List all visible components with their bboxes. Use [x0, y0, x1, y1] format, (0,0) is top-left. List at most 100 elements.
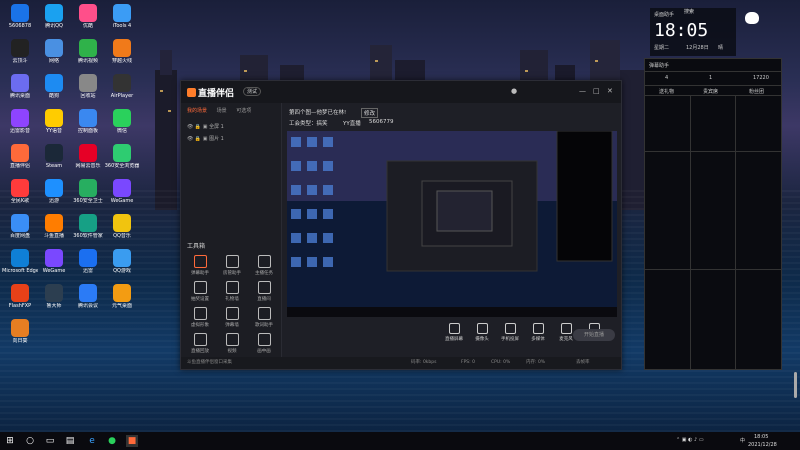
desktop-icon[interactable]: 控制面板	[70, 107, 106, 143]
taskbar-time[interactable]: 18:05	[754, 434, 768, 440]
search-label[interactable]: 搜索	[684, 8, 694, 15]
stream-preview[interactable]	[287, 131, 617, 317]
desktop-icon[interactable]: QQ游戏	[104, 247, 140, 283]
desktop-icon[interactable]: 优酷	[70, 2, 106, 38]
tool-button[interactable]: 直播间	[249, 281, 279, 305]
desktop-icon[interactable]: 腾讯视频	[70, 37, 106, 73]
desktop-icon[interactable]: Steam	[36, 142, 72, 178]
desktop-icon-label: FlashFXP	[8, 303, 32, 309]
tool-button[interactable]: 歌词助手	[249, 307, 279, 331]
desktop-icon[interactable]: 鲁大师	[36, 282, 72, 318]
desktop-icon[interactable]: 穿越火线	[104, 37, 140, 73]
desktop-icon-label: WeGame	[42, 268, 66, 274]
version-badge[interactable]: 测试	[243, 87, 262, 96]
clock-date: 12月28日	[686, 45, 709, 51]
tool-button[interactable]: 虚拟形象	[185, 307, 215, 331]
cat-mascot-icon[interactable]	[745, 12, 759, 24]
desktop-icon[interactable]: WeGame	[104, 177, 140, 213]
bottom-control-button[interactable]: 多媒体	[525, 323, 551, 342]
tool-icon	[257, 255, 271, 268]
desktop-icon[interactable]: 5606878	[2, 2, 38, 38]
start-windows-icon[interactable]: ⊞	[4, 435, 16, 447]
desktop-icon[interactable]: Microsoft Edge	[2, 247, 38, 283]
clock-widget[interactable]: 桌面助手 18:05 星期二 12月28日 晴	[650, 8, 736, 56]
app-icon	[45, 249, 63, 267]
file-explorer-icon[interactable]: ▤	[64, 435, 76, 447]
wechat-icon[interactable]: ●	[106, 435, 118, 447]
tool-button[interactable]: 画中画	[249, 333, 279, 357]
room-title[interactable]: 第四个图—他梦已在林!	[289, 108, 346, 116]
desktop-icons: 5606878 腾讯QQ 优酷 iTools 4 云顶斗 网络 腾讯视频 穿越火线腾讯桌面 酷狗…	[2, 2, 152, 432]
tool-button[interactable]: 抽奖设置	[185, 281, 215, 305]
start-live-button[interactable]: 开始直播	[573, 329, 615, 341]
desktop-icon[interactable]: 迅游	[36, 177, 72, 213]
desktop-icon[interactable]: 元气桌面	[104, 282, 140, 318]
col-gifts[interactable]: 送礼物	[659, 88, 674, 95]
desktop-icon[interactable]: 360安全卫士	[70, 177, 106, 213]
col-fans[interactable]: 粉丝团	[749, 88, 764, 95]
source-item[interactable]: 👁 🔒 ▣ 图片 1	[187, 135, 224, 142]
desktop-icon[interactable]: 腾讯QQ	[36, 2, 72, 38]
desktop-icon[interactable]: AirPlayer	[104, 72, 140, 108]
bottom-control-button[interactable]: 手机投屏	[497, 323, 523, 342]
tool-icon	[257, 281, 271, 294]
tool-button[interactable]: 主播任务	[249, 255, 279, 279]
edge-icon[interactable]: e	[86, 435, 98, 447]
desktop-icon[interactable]: 回收站	[70, 72, 106, 108]
tool-button[interactable]: 视频	[217, 333, 247, 357]
avatar-icon[interactable]: ●	[511, 87, 517, 95]
tool-button[interactable]: 房管助手	[217, 255, 247, 279]
desktop-icon[interactable]: 迅雷影音	[2, 107, 38, 143]
taskbar-date[interactable]: 2021/12/28	[748, 442, 777, 448]
tab-options[interactable]: 可选项	[236, 108, 251, 114]
desktop-icon[interactable]: 网络	[36, 37, 72, 73]
desktop-icon[interactable]: 腾讯会议	[70, 282, 106, 318]
desktop-icon[interactable]: 360安全浏览器	[104, 142, 140, 178]
desktop-icon-label: 回收站	[80, 93, 96, 99]
desktop-icon[interactable]: 全民K歌	[2, 177, 38, 213]
tab-my-scenes[interactable]: 我的场景	[187, 108, 207, 114]
desktop-icon[interactable]: YY语音	[36, 107, 72, 143]
desktop-icon[interactable]: 百度网盘	[2, 212, 38, 248]
desktop-icon[interactable]: 微信	[104, 107, 140, 143]
desktop-icon-label: 微信	[116, 128, 127, 134]
bottom-control-button[interactable]: 直播屏幕	[441, 323, 467, 342]
desktop-icon[interactable]: 腾讯桌面	[2, 72, 38, 108]
ime-indicator[interactable]: 中	[740, 437, 745, 444]
desktop-icon[interactable]: 酷狗	[36, 72, 72, 108]
maximize-button[interactable]: □	[593, 87, 600, 95]
streaming-app-taskbar-icon[interactable]: ■	[126, 435, 138, 447]
desktop-icon[interactable]: 向日葵	[2, 317, 38, 353]
col-vip[interactable]: 贵宾席	[703, 88, 718, 95]
minimize-button[interactable]: —	[579, 87, 586, 95]
tool-button[interactable]: 礼物墙	[217, 281, 247, 305]
app-icon	[113, 284, 131, 302]
toolbox-header: 工具箱	[187, 243, 206, 250]
desktop-icon-label: 直播伴侣	[9, 163, 30, 169]
search-icon[interactable]: ○	[24, 435, 36, 447]
desktop-icon[interactable]: 斗鱼直播	[36, 212, 72, 248]
tray-icons[interactable]: ⌃ ▣ ◐ ♪ ▭	[676, 437, 704, 443]
bottom-control-button[interactable]: 摄像头	[469, 323, 495, 342]
desktop-icon[interactable]: WeGame	[36, 247, 72, 283]
edit-room-button[interactable]: 修改	[361, 108, 379, 118]
desktop-icon-label: Microsoft Edge	[2, 268, 38, 274]
desktop-icon[interactable]: 网易云音乐	[70, 142, 106, 178]
task-view-icon[interactable]: ▭	[44, 435, 56, 447]
desktop-icon[interactable]: 360软件管家	[70, 212, 106, 248]
close-button[interactable]: ✕	[607, 87, 613, 95]
desktop-icon[interactable]: FlashFXP	[2, 282, 38, 318]
desktop-icon[interactable]: 云顶斗	[2, 37, 38, 73]
title-bar[interactable]: 直播伴侣 测试 ● — □ ✕	[181, 81, 621, 103]
desktop-icon[interactable]: 迅雷	[70, 247, 106, 283]
tool-button[interactable]: 弹幕墙	[217, 307, 247, 331]
desktop-icon[interactable]: 直播伴侣	[2, 142, 38, 178]
scrollbar[interactable]	[794, 372, 797, 398]
source-item[interactable]: 👁 🔒 ▣ 全屏 1	[187, 123, 224, 130]
desktop-icon[interactable]: iTools 4	[104, 2, 140, 38]
desktop-icon-label: Steam	[45, 163, 63, 169]
tab-scenes[interactable]: 场景	[217, 108, 227, 114]
tool-button[interactable]: 直播回放	[185, 333, 215, 357]
desktop-icon[interactable]: QQ音乐	[104, 212, 140, 248]
tool-button[interactable]: 弹幕助手	[185, 255, 215, 279]
